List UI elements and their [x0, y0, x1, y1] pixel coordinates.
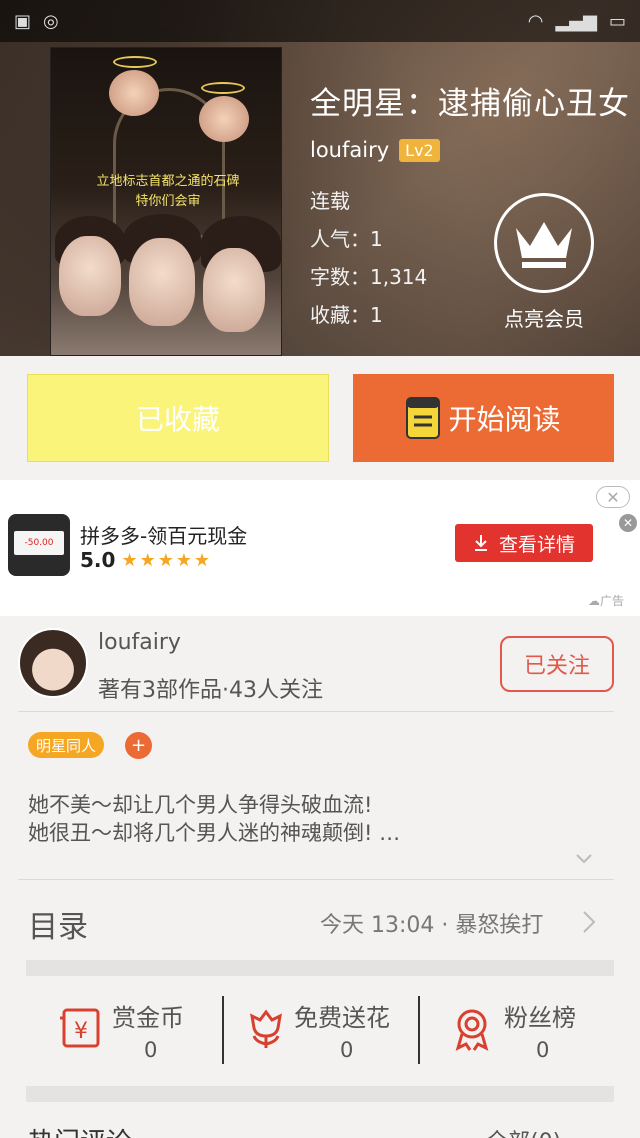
ad-rating: 5.0 ★★★★★	[80, 548, 212, 572]
stat-label: 赏金币	[112, 1004, 184, 1032]
description-line: 她不美～却让几个男人争得头破血流!	[28, 793, 373, 817]
comments-header[interactable]: 热门评论 全部(0)	[0, 1118, 640, 1138]
ad-rating-value: 5.0	[80, 548, 116, 572]
word-count: 字数：1,314	[310, 265, 428, 289]
serial-status: 连载	[310, 189, 350, 213]
ad-details-label: 查看详情	[498, 533, 575, 556]
comments-title: 热门评论	[28, 1122, 132, 1138]
image-icon: ▣	[14, 10, 32, 32]
ad-dismiss-icon[interactable]: ✕	[619, 514, 637, 532]
favorite-button[interactable]: 已收藏	[27, 374, 329, 462]
red-envelope-yuan-icon: ¥	[60, 1008, 100, 1048]
ad-details-button[interactable]: 查看详情	[455, 524, 593, 562]
halo	[201, 82, 245, 94]
popularity: 人气：1	[310, 227, 383, 251]
stat-value: 0	[536, 1038, 550, 1062]
avatar[interactable]	[18, 628, 88, 698]
stat-label: 粉丝榜	[504, 1004, 576, 1032]
ad-icon-amount: -50.00	[24, 538, 54, 548]
star-icon: ★★★★★	[121, 549, 213, 571]
all-comments-link[interactable]: 全部(0)	[486, 1124, 561, 1138]
wifi-icon: ◠	[527, 10, 544, 32]
divider	[18, 711, 614, 712]
settings-circle-icon: ◎	[43, 10, 59, 32]
angel	[109, 70, 159, 116]
section-band	[26, 960, 614, 976]
stat-free-flowers[interactable]: 免费送花 0	[222, 978, 418, 1084]
author-name[interactable]: loufairy	[310, 138, 389, 162]
flower-icon	[250, 1009, 282, 1048]
book-header: ▣ ◎ ◠ ▂▄▆ ▭ 立地标志首都之通的石碑 特你们会审 全明星：逮捕偷心丑女…	[0, 0, 640, 356]
latest-chapter[interactable]: 今天 13:04 · 暴怒挨打	[320, 907, 543, 939]
download-icon	[474, 535, 487, 551]
stat-value: 0	[340, 1038, 354, 1062]
toc-title: 目录	[28, 910, 88, 945]
add-tag-button[interactable]: +	[125, 732, 152, 759]
section-band	[26, 1086, 614, 1102]
ad-close-icon[interactable]: ✕	[596, 486, 630, 508]
chevron-right-icon	[583, 911, 596, 933]
favorites-count: 收藏：1	[310, 303, 383, 327]
author-card-name[interactable]: loufairy	[98, 630, 181, 655]
ad-app-icon[interactable]: -50.00	[8, 514, 70, 576]
book-description[interactable]: 她不美～却让几个男人争得头破血流! 她很丑～却将几个男人迷的神魂颠倒! …	[28, 791, 400, 847]
level-badge: Lv2	[399, 138, 440, 162]
cover-calligraphy: 立地标志首都之通的石碑 特你们会审	[96, 174, 240, 209]
halo	[113, 56, 157, 68]
book-icon	[406, 397, 441, 439]
stat-fan-ranking[interactable]: 粉丝榜 0	[418, 978, 614, 1084]
ad-banner[interactable]: ✕ -50.00 拼多多-领百元现金 5.0 ★★★★★ 查看详情 ✕ ☁广告	[0, 480, 640, 616]
divider	[18, 879, 614, 880]
medal-icon	[455, 1009, 489, 1051]
battery-icon: ▭	[608, 10, 626, 32]
cover-face	[129, 238, 195, 326]
vip-button[interactable]	[494, 193, 594, 293]
vip-label[interactable]: 点亮会员	[490, 303, 598, 332]
angel	[199, 96, 249, 142]
start-reading-button[interactable]: 开始阅读	[353, 374, 614, 462]
status-bar: ▣ ◎ ◠ ▂▄▆ ▭	[0, 0, 640, 42]
support-stats: ¥ 赏金币 0 免费送花 0 粉丝榜 0	[26, 978, 614, 1084]
action-bar: 已收藏 开始阅读	[0, 356, 640, 480]
author-card-stats: 著有3部作品·43人关注	[98, 678, 323, 703]
chevron-down-icon[interactable]	[574, 848, 594, 868]
author-row[interactable]: loufairy Lv2	[310, 138, 440, 162]
cover-face	[203, 248, 265, 332]
favorite-label: 已收藏	[135, 403, 220, 436]
cover-face	[59, 236, 121, 316]
stat-label: 免费送花	[294, 1004, 390, 1032]
genre-tag[interactable]: 明星同人	[28, 732, 105, 758]
ad-tag: ☁广告	[588, 594, 625, 608]
stat-tip-coins[interactable]: ¥ 赏金币 0	[26, 978, 222, 1084]
signal-icon: ▂▄▆	[555, 10, 597, 32]
svg-text:¥: ¥	[74, 1019, 88, 1044]
start-reading-label: 开始阅读	[448, 403, 561, 436]
description-line: 她很丑～却将几个男人迷的神魂颠倒! …	[28, 821, 401, 845]
book-cover[interactable]: 立地标志首都之通的石碑 特你们会审	[50, 47, 282, 356]
stat-value: 0	[144, 1038, 158, 1062]
ad-title[interactable]: 拼多多-领百元现金	[80, 520, 247, 549]
follow-button[interactable]: 已关注	[500, 636, 614, 692]
author-section: loufairy 著有3部作品·43人关注 已关注 明星同人 + 她不美～却让几…	[0, 616, 640, 896]
toc-row[interactable]: 目录 今天 13:04 · 暴怒挨打	[0, 896, 640, 960]
book-title: 全明星：逮捕偷心丑女	[310, 86, 630, 122]
crown-icon	[516, 222, 572, 268]
